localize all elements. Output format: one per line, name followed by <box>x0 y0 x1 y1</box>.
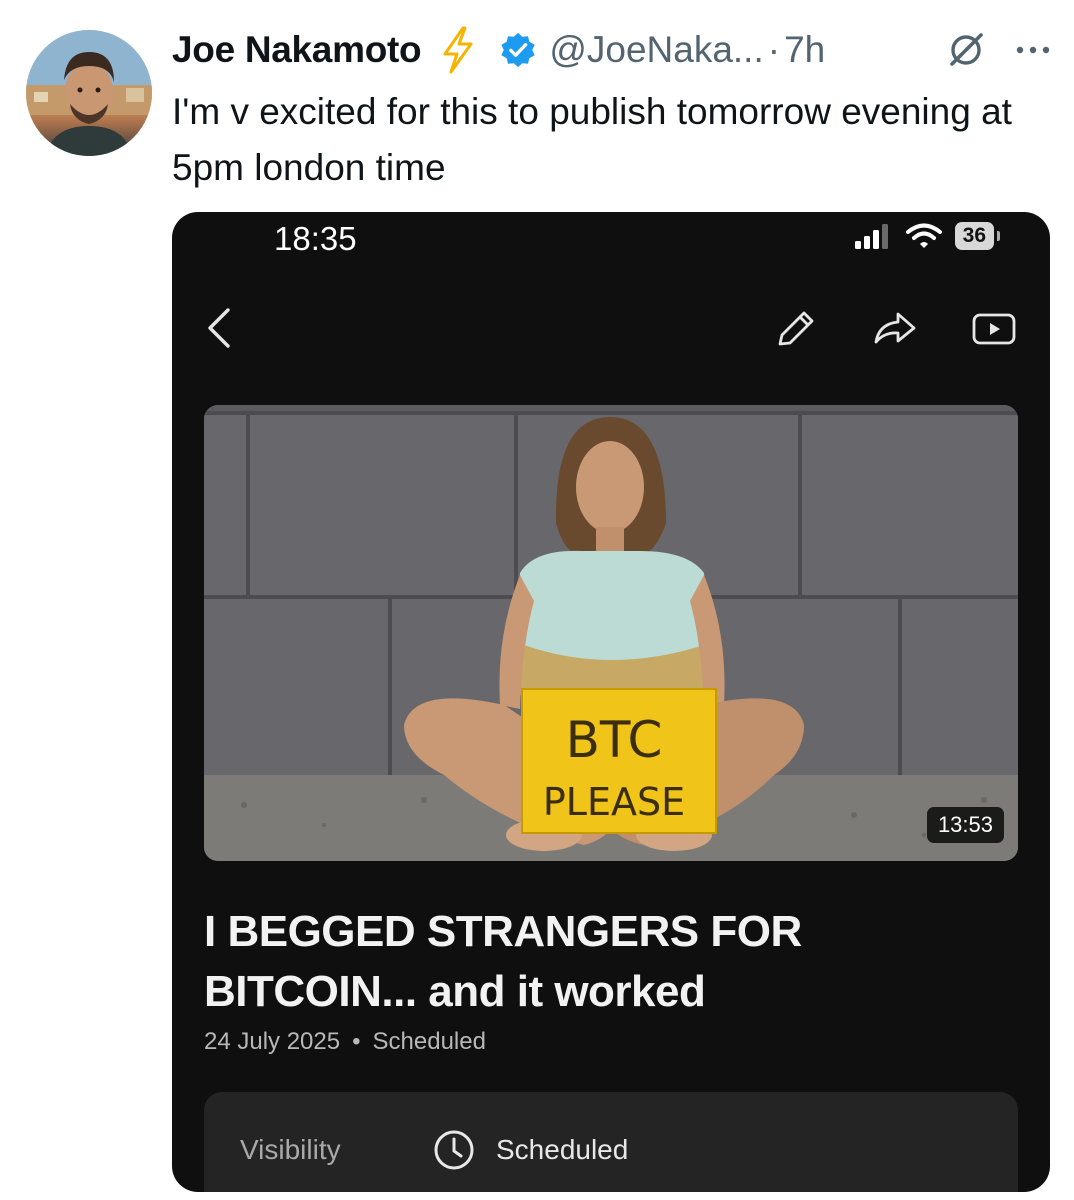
sign-text-line1: BTC <box>566 711 663 769</box>
clock-icon <box>434 1130 474 1170</box>
back-chevron-icon[interactable] <box>204 306 236 350</box>
cellular-signal-icon <box>854 224 888 249</box>
attached-screenshot[interactable]: 18:35 36 BTC PLEASE 13:53 I BEGGED STRAN… <box>172 212 1050 1192</box>
video-status: Scheduled <box>372 1028 486 1055</box>
battery-indicator: 36 <box>954 222 1001 250</box>
meta-separator: • <box>352 1028 361 1055</box>
header-separator: · <box>767 29 781 70</box>
lightning-bolt-icon <box>443 26 473 74</box>
edit-pencil-icon[interactable] <box>772 308 818 348</box>
grok-icon[interactable] <box>946 30 986 70</box>
sign-text-line2: PLEASE <box>543 780 685 824</box>
status-bar-icons: 36 <box>853 222 1001 250</box>
visibility-value[interactable]: Scheduled <box>496 1134 628 1166</box>
video-duration-badge: 13:53 <box>926 807 1004 843</box>
visibility-label: Visibility <box>240 1134 341 1165</box>
visibility-setting[interactable]: Visibility Scheduled <box>204 1092 1018 1192</box>
video-thumbnail[interactable]: BTC PLEASE 13:53 <box>204 405 1018 861</box>
tweet-text: I'm v excited for this to publish tomorr… <box>172 91 1012 188</box>
video-meta: 24 July 2025 • Scheduled <box>204 1028 486 1056</box>
video-title[interactable]: I BEGGED STRANGERS FOR BITCOIN... and it… <box>204 902 1024 1022</box>
more-options-icon[interactable] <box>1014 43 1052 57</box>
author-avatar[interactable] <box>26 30 152 156</box>
share-arrow-icon[interactable] <box>872 308 918 348</box>
verified-badge-icon[interactable] <box>499 31 537 69</box>
youtube-play-icon[interactable] <box>972 312 1016 346</box>
video-date: 24 July 2025 <box>204 1028 341 1055</box>
avatar-portrait-image <box>26 30 152 156</box>
wifi-icon <box>905 223 942 248</box>
author-handle[interactable]: @JoeNaka... <box>549 29 763 71</box>
author-name[interactable]: Joe Nakamoto <box>172 29 422 71</box>
tweet-timestamp[interactable]: 7h <box>784 29 825 71</box>
tweet-header: Joe Nakamoto @JoeNaka... · 7h <box>172 22 1052 78</box>
status-bar-time: 18:35 <box>274 220 357 257</box>
thumbnail-image: BTC PLEASE <box>204 405 1018 861</box>
